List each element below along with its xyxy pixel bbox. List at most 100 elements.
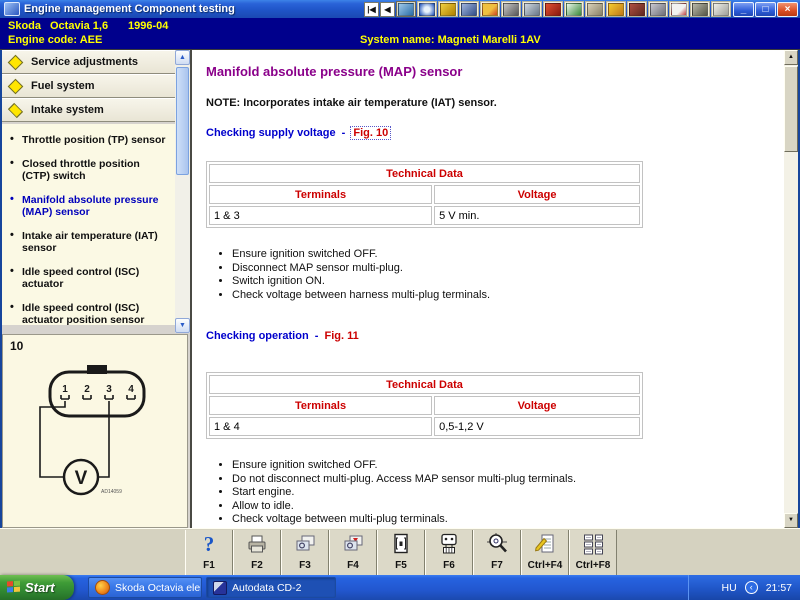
- sidebar-item-isc-position-sensor[interactable]: Idle speed control (ISC) actuator positi…: [8, 301, 169, 326]
- scroll-down-icon[interactable]: ▼: [175, 318, 190, 333]
- f1-help-button[interactable]: ? F1: [185, 530, 233, 575]
- minimize-button[interactable]: _: [733, 1, 754, 17]
- wheel-icon[interactable]: [648, 1, 668, 17]
- engine-code: Engine code: AEE: [8, 34, 103, 46]
- edit-note-icon: [535, 534, 554, 553]
- ctrl-f8-data-list-button[interactable]: Ctrl+F8: [569, 530, 617, 575]
- press-machine-icon[interactable]: [564, 1, 584, 17]
- timer-icon[interactable]: [417, 1, 437, 17]
- app-window: Engine management Component testing |◀ ◀…: [0, 0, 800, 600]
- ctrl-f4-edit-note-button[interactable]: Ctrl+F4: [521, 530, 569, 575]
- clock: 21:57: [765, 581, 792, 594]
- sidebar-section-intake-system[interactable]: Intake system: [2, 98, 175, 122]
- scroll-down-icon[interactable]: ▼: [784, 513, 798, 528]
- step: Check voltage between multi-plug termina…: [232, 513, 770, 527]
- f2-print-button[interactable]: F2: [233, 530, 281, 575]
- autodata-icon: [213, 580, 227, 595]
- next-figure-icon: [344, 535, 363, 551]
- motorcycle-icon[interactable]: [690, 1, 710, 17]
- browser-icon: [95, 580, 110, 595]
- tools-icon[interactable]: [627, 1, 647, 17]
- scrollbar-thumb[interactable]: [784, 66, 798, 152]
- taskbar: Start Skoda Octavia elektr... Autodata C…: [0, 575, 800, 600]
- diamond-icon: [7, 102, 24, 118]
- connector-icon: [441, 533, 457, 554]
- nav-first-button[interactable]: |◀: [364, 1, 379, 17]
- svg-text:2: 2: [84, 384, 90, 395]
- procedure-steps-1: Ensure ignition switched OFF. Disconnect…: [232, 248, 770, 302]
- procedure-steps-2: Ensure ignition switched OFF. Do not dis…: [232, 459, 770, 527]
- car-wash-icon[interactable]: [396, 1, 416, 17]
- page-title: Manifold absolute pressure (MAP) sensor: [206, 64, 463, 79]
- f7-locate-button[interactable]: F7: [473, 530, 521, 575]
- technical-data-table-1: Technical Data Terminals Voltage 1 & 3 5…: [206, 161, 643, 228]
- content-pane: Manifold absolute pressure (MAP) sensor …: [190, 50, 784, 528]
- language-indicator[interactable]: HU: [722, 582, 737, 594]
- task-autodata-cd2[interactable]: Autodata CD-2: [206, 577, 336, 598]
- nav-back-button[interactable]: ◀: [380, 1, 395, 17]
- f6-connector-button[interactable]: F6: [425, 530, 473, 575]
- f3-previous-figure-button[interactable]: F3: [281, 530, 329, 575]
- function-key-bar: ? F1 F2 F3 F4 F5 F6 F7 Ctrl+F4 Ctrl+F8: [0, 528, 800, 575]
- windows-logo-icon: [7, 580, 21, 595]
- dashboard-icon[interactable]: [501, 1, 521, 17]
- component-icon: [394, 533, 408, 554]
- step: Disconnect MAP sensor multi-plug.: [232, 262, 770, 276]
- figure-number: 10: [10, 339, 24, 353]
- technical-data-table-2: Technical Data Terminals Voltage 1 & 4 0…: [206, 372, 643, 439]
- sidebar-item-map-sensor[interactable]: Manifold absolute pressure (MAP) sensor: [8, 193, 169, 219]
- sidebar-item-list: Throttle position (TP) sensor Closed thr…: [2, 124, 175, 325]
- table-cell-voltage: 0,5-1,2 V: [434, 417, 640, 436]
- fig-11-link[interactable]: Fig. 11: [324, 330, 358, 342]
- system-name: System name: Magneti Marelli 1AV: [360, 34, 541, 46]
- hide-icons-icon[interactable]: ‹: [744, 581, 758, 594]
- section-heading-supply-voltage: Checking supply voltage - Fig. 10: [206, 126, 392, 140]
- sidebar-item-isc-actuator[interactable]: Idle speed control (ISC) actuator: [8, 265, 169, 291]
- diamond-icon: [7, 54, 24, 70]
- truck-icon[interactable]: [480, 1, 500, 17]
- diagnostic-tool-icon[interactable]: [522, 1, 542, 17]
- helmet-icon[interactable]: [606, 1, 626, 17]
- close-button[interactable]: ×: [777, 1, 798, 17]
- hands-icon[interactable]: [585, 1, 605, 17]
- help-icon: ?: [204, 532, 215, 556]
- main-region: Service adjustments Fuel system Intake s…: [0, 49, 800, 529]
- step: Start engine.: [232, 486, 770, 500]
- table-cell-terminals: 1 & 3: [209, 206, 433, 225]
- step: Ensure ignition switched OFF.: [232, 459, 770, 473]
- title-bar: Engine management Component testing |◀ ◀…: [0, 0, 800, 18]
- scrollbar-thumb[interactable]: [176, 67, 189, 175]
- task-skoda-octavia[interactable]: Skoda Octavia elektr...: [88, 577, 202, 598]
- vehicle-header: Skoda Octavia 1,6 1996-04 Engine code: A…: [0, 18, 800, 49]
- fig-10-link[interactable]: Fig. 10: [350, 126, 392, 140]
- svg-text:4: 4: [128, 384, 134, 395]
- f4-next-figure-button[interactable]: F4: [329, 530, 377, 575]
- warning-icon[interactable]: [669, 1, 689, 17]
- sidebar-item-tp-sensor[interactable]: Throttle position (TP) sensor: [8, 133, 169, 147]
- sidebar-section-fuel-system[interactable]: Fuel system: [2, 74, 175, 98]
- engine-part-icon[interactable]: [543, 1, 563, 17]
- svg-text:AD14059: AD14059: [101, 489, 122, 495]
- table-cell-voltage: 5 V min.: [434, 206, 640, 225]
- content-scrollbar[interactable]: ▲ ▼: [784, 50, 798, 528]
- mechanic-icon[interactable]: [459, 1, 479, 17]
- previous-figure-icon: [296, 535, 315, 551]
- note-text: NOTE: Incorporates intake air temperatur…: [206, 97, 497, 109]
- vehicle-model: Octavia 1,6: [50, 20, 109, 32]
- tow-truck-icon[interactable]: [438, 1, 458, 17]
- scroll-up-icon[interactable]: ▲: [784, 50, 798, 65]
- sidebar-section-service-adjustments[interactable]: Service adjustments: [2, 50, 175, 74]
- locate-icon: [487, 533, 507, 553]
- sidebar-item-iat-sensor[interactable]: Intake air temperature (IAT) sensor: [8, 229, 169, 255]
- data-list-icon: [584, 534, 603, 555]
- restore-button[interactable]: □: [755, 1, 776, 17]
- sidebar-scrollbar[interactable]: ▲ ▼: [175, 50, 190, 333]
- window-title: Engine management Component testing: [24, 3, 235, 15]
- document-icon[interactable]: [711, 1, 731, 17]
- f5-component-button[interactable]: F5: [377, 530, 425, 575]
- app-icon: [4, 2, 20, 16]
- scroll-up-icon[interactable]: ▲: [175, 50, 190, 65]
- sidebar-item-ctp-switch[interactable]: Closed throttle position (CTP) switch: [8, 157, 169, 183]
- start-button[interactable]: Start: [0, 575, 74, 600]
- step: Do not disconnect multi-plug. Access MAP…: [232, 473, 770, 487]
